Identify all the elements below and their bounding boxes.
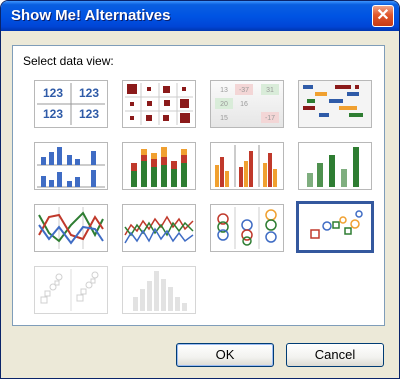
- cell-value: -17: [265, 115, 275, 122]
- view-stacked-bars[interactable]: [122, 142, 196, 190]
- view-histogram: [122, 266, 196, 314]
- view-highlight-table[interactable]: 13 -37 31 20 16 15 -17: [210, 80, 284, 128]
- text-table-value: 123: [79, 86, 99, 100]
- cell-value: -37: [239, 87, 249, 94]
- view-text-table[interactable]: 123 123 123 123: [34, 80, 108, 128]
- close-icon: ✕: [376, 7, 390, 24]
- view-scatter-plot[interactable]: [296, 201, 374, 253]
- view-heat-map[interactable]: [122, 80, 196, 128]
- cell-value: 13: [220, 87, 228, 94]
- close-button[interactable]: ✕: [372, 5, 394, 27]
- cancel-button[interactable]: Cancel: [286, 343, 384, 367]
- dialog-window: Show Me! Alternatives ✕ Select data view…: [0, 0, 400, 379]
- view-lines-discrete[interactable]: [34, 204, 108, 252]
- cell-value: 20: [220, 101, 228, 108]
- view-scatter-matrix: [34, 266, 108, 314]
- title-bar[interactable]: Show Me! Alternatives ✕: [1, 1, 399, 31]
- view-measure-bars[interactable]: [210, 142, 284, 190]
- select-data-view-label: Select data view:: [23, 54, 114, 68]
- view-lines-continuous[interactable]: [122, 204, 196, 252]
- cell-value: 31: [266, 87, 274, 94]
- view-gantt-chart[interactable]: [298, 80, 372, 128]
- view-selection-panel: Select data view: 123 123 123 123 13 -37…: [12, 45, 385, 326]
- view-circle-views[interactable]: [210, 204, 284, 252]
- view-horizontal-bars[interactable]: [298, 142, 372, 190]
- ok-button[interactable]: OK: [176, 343, 274, 367]
- cell-value: 16: [240, 101, 248, 108]
- text-table-value: 123: [43, 86, 63, 100]
- view-side-by-side-bars[interactable]: [34, 142, 108, 190]
- text-table-value: 123: [43, 107, 63, 121]
- window-title: Show Me! Alternatives: [11, 7, 171, 24]
- cell-value: 15: [220, 115, 228, 122]
- text-table-value: 123: [79, 107, 99, 121]
